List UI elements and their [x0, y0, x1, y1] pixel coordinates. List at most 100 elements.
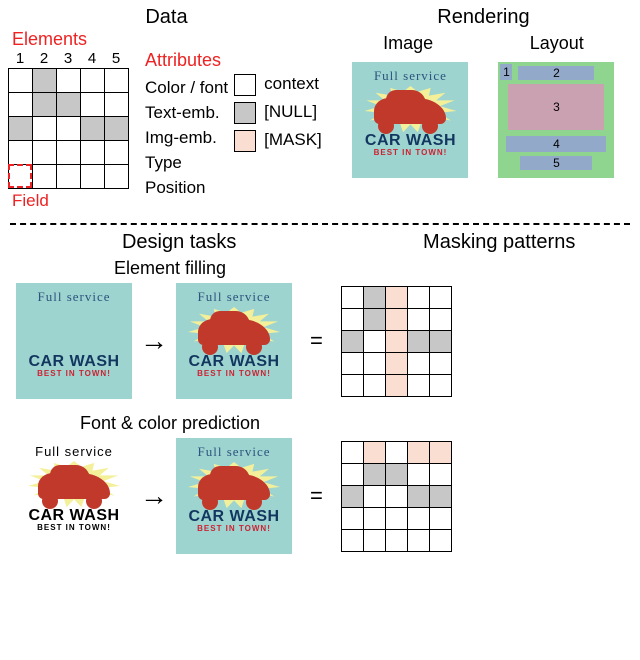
grid-cell [407, 308, 429, 330]
legend: context [NULL] [MASK] [234, 70, 322, 154]
grid-cell [363, 441, 385, 463]
task-title-font-color: Font & color prediction [0, 413, 340, 434]
car-icon [188, 307, 280, 355]
grid-cell [385, 308, 407, 330]
col-num: 4 [80, 50, 104, 67]
attr-row: Img-emb. [145, 125, 228, 150]
attr-row: Text-emb. [145, 100, 228, 125]
grid-cell [341, 308, 363, 330]
equals-sign: = [310, 328, 323, 354]
grid-cell [429, 463, 451, 485]
grid-cell [105, 117, 129, 141]
render-sublabels: Image Layout [335, 33, 632, 54]
poster-fullservice: Full service [35, 444, 113, 459]
legend-text: context [264, 74, 319, 93]
grid-cell [385, 286, 407, 308]
grid-cell [9, 165, 33, 189]
poster-best: BEST IN TOWN! [37, 523, 111, 532]
divider [10, 223, 630, 225]
poster-before-2: Full service CAR WASH BEST IN TOWN! [16, 438, 132, 554]
col-num: 3 [56, 50, 80, 67]
col-num: 1 [8, 50, 32, 67]
grid-cell [33, 69, 57, 93]
grid-cell [9, 69, 33, 93]
equals-sign: = [310, 483, 323, 509]
poster-before-1: Full service CAR WASH BEST IN TOWN! [16, 283, 132, 399]
grid-cell [363, 286, 385, 308]
grid-cell [105, 93, 129, 117]
grid-cell [341, 463, 363, 485]
top-grid [8, 68, 129, 189]
poster-best: BEST IN TOWN! [197, 369, 271, 378]
grid-cell [385, 463, 407, 485]
grid-cell [407, 286, 429, 308]
grid-cell [81, 69, 105, 93]
car-icon [28, 461, 120, 509]
poster-best: BEST IN TOWN! [374, 148, 448, 157]
rendering-section: Rendering Image Layout Full service CAR … [335, 6, 632, 211]
grid-cell [341, 330, 363, 352]
attr-row: Position [145, 175, 228, 200]
grid-cell [429, 441, 451, 463]
grid-cell [407, 374, 429, 396]
layout-box-2: 2 [518, 66, 594, 80]
poster-best: BEST IN TOWN! [197, 524, 271, 533]
grid-cell [385, 507, 407, 529]
col-num: 2 [32, 50, 56, 67]
title-masking-patterns: Masking patterns [358, 231, 640, 254]
poster-fullservice: Full service [37, 289, 110, 305]
render-row: Full service CAR WASH BEST IN TOWN! 1 2 … [335, 62, 632, 178]
grid-cell [385, 352, 407, 374]
grid-cell [57, 69, 81, 93]
grid-cell [81, 165, 105, 189]
car-icon [364, 86, 456, 134]
poster-fullservice: Full service [197, 444, 270, 460]
grid-cell [429, 529, 451, 551]
poster-best: BEST IN TOWN! [37, 369, 111, 378]
grid-cell [341, 507, 363, 529]
layout-box-3: 3 [508, 84, 604, 130]
poster-image: Full service CAR WASH BEST IN TOWN! [352, 62, 468, 178]
attributes-label: Attributes [145, 48, 228, 73]
grid-cell [429, 308, 451, 330]
grid-cell [407, 463, 429, 485]
grid-cell [9, 141, 33, 165]
grid-cell [385, 529, 407, 551]
grid-cell [385, 374, 407, 396]
grid-cell [81, 93, 105, 117]
grid-cell [429, 507, 451, 529]
grid-cell [429, 286, 451, 308]
grid-cell [363, 485, 385, 507]
grid-cell [407, 330, 429, 352]
grid-cell [363, 352, 385, 374]
elements-label: Elements [12, 29, 325, 50]
data-section: Data Elements 1 2 3 4 5 Field Attributes… [8, 6, 325, 211]
legend-text: [MASK] [264, 130, 322, 149]
grid-cell [429, 485, 451, 507]
poster-fullservice: Full service [197, 289, 270, 305]
legend-row: [NULL] [234, 98, 322, 126]
grid-cell [81, 141, 105, 165]
arrow-icon: → [140, 325, 168, 357]
grid-cell [407, 507, 429, 529]
grid-cell [105, 165, 129, 189]
grid-cell [429, 330, 451, 352]
grid-cell [429, 374, 451, 396]
grid-cell [407, 485, 429, 507]
arrow-icon: → [140, 480, 168, 512]
mask-grid-element-filling [341, 286, 452, 397]
swatch-mask [234, 130, 256, 152]
grid-cell [385, 330, 407, 352]
grid-cell [33, 165, 57, 189]
layout-label: Layout [530, 33, 584, 54]
grid-cell [33, 141, 57, 165]
grid-cell [385, 485, 407, 507]
task-title-element-filling: Element filling [0, 258, 340, 279]
grid-cell [105, 141, 129, 165]
mask-grid-font-color [341, 441, 452, 552]
grid-cell [57, 93, 81, 117]
top-row: Data Elements 1 2 3 4 5 Field Attributes… [0, 0, 640, 215]
attributes-column: Attributes Color / font Text-emb. Img-em… [145, 48, 228, 200]
car-icon [188, 462, 280, 510]
legend-text: [NULL] [264, 102, 317, 121]
